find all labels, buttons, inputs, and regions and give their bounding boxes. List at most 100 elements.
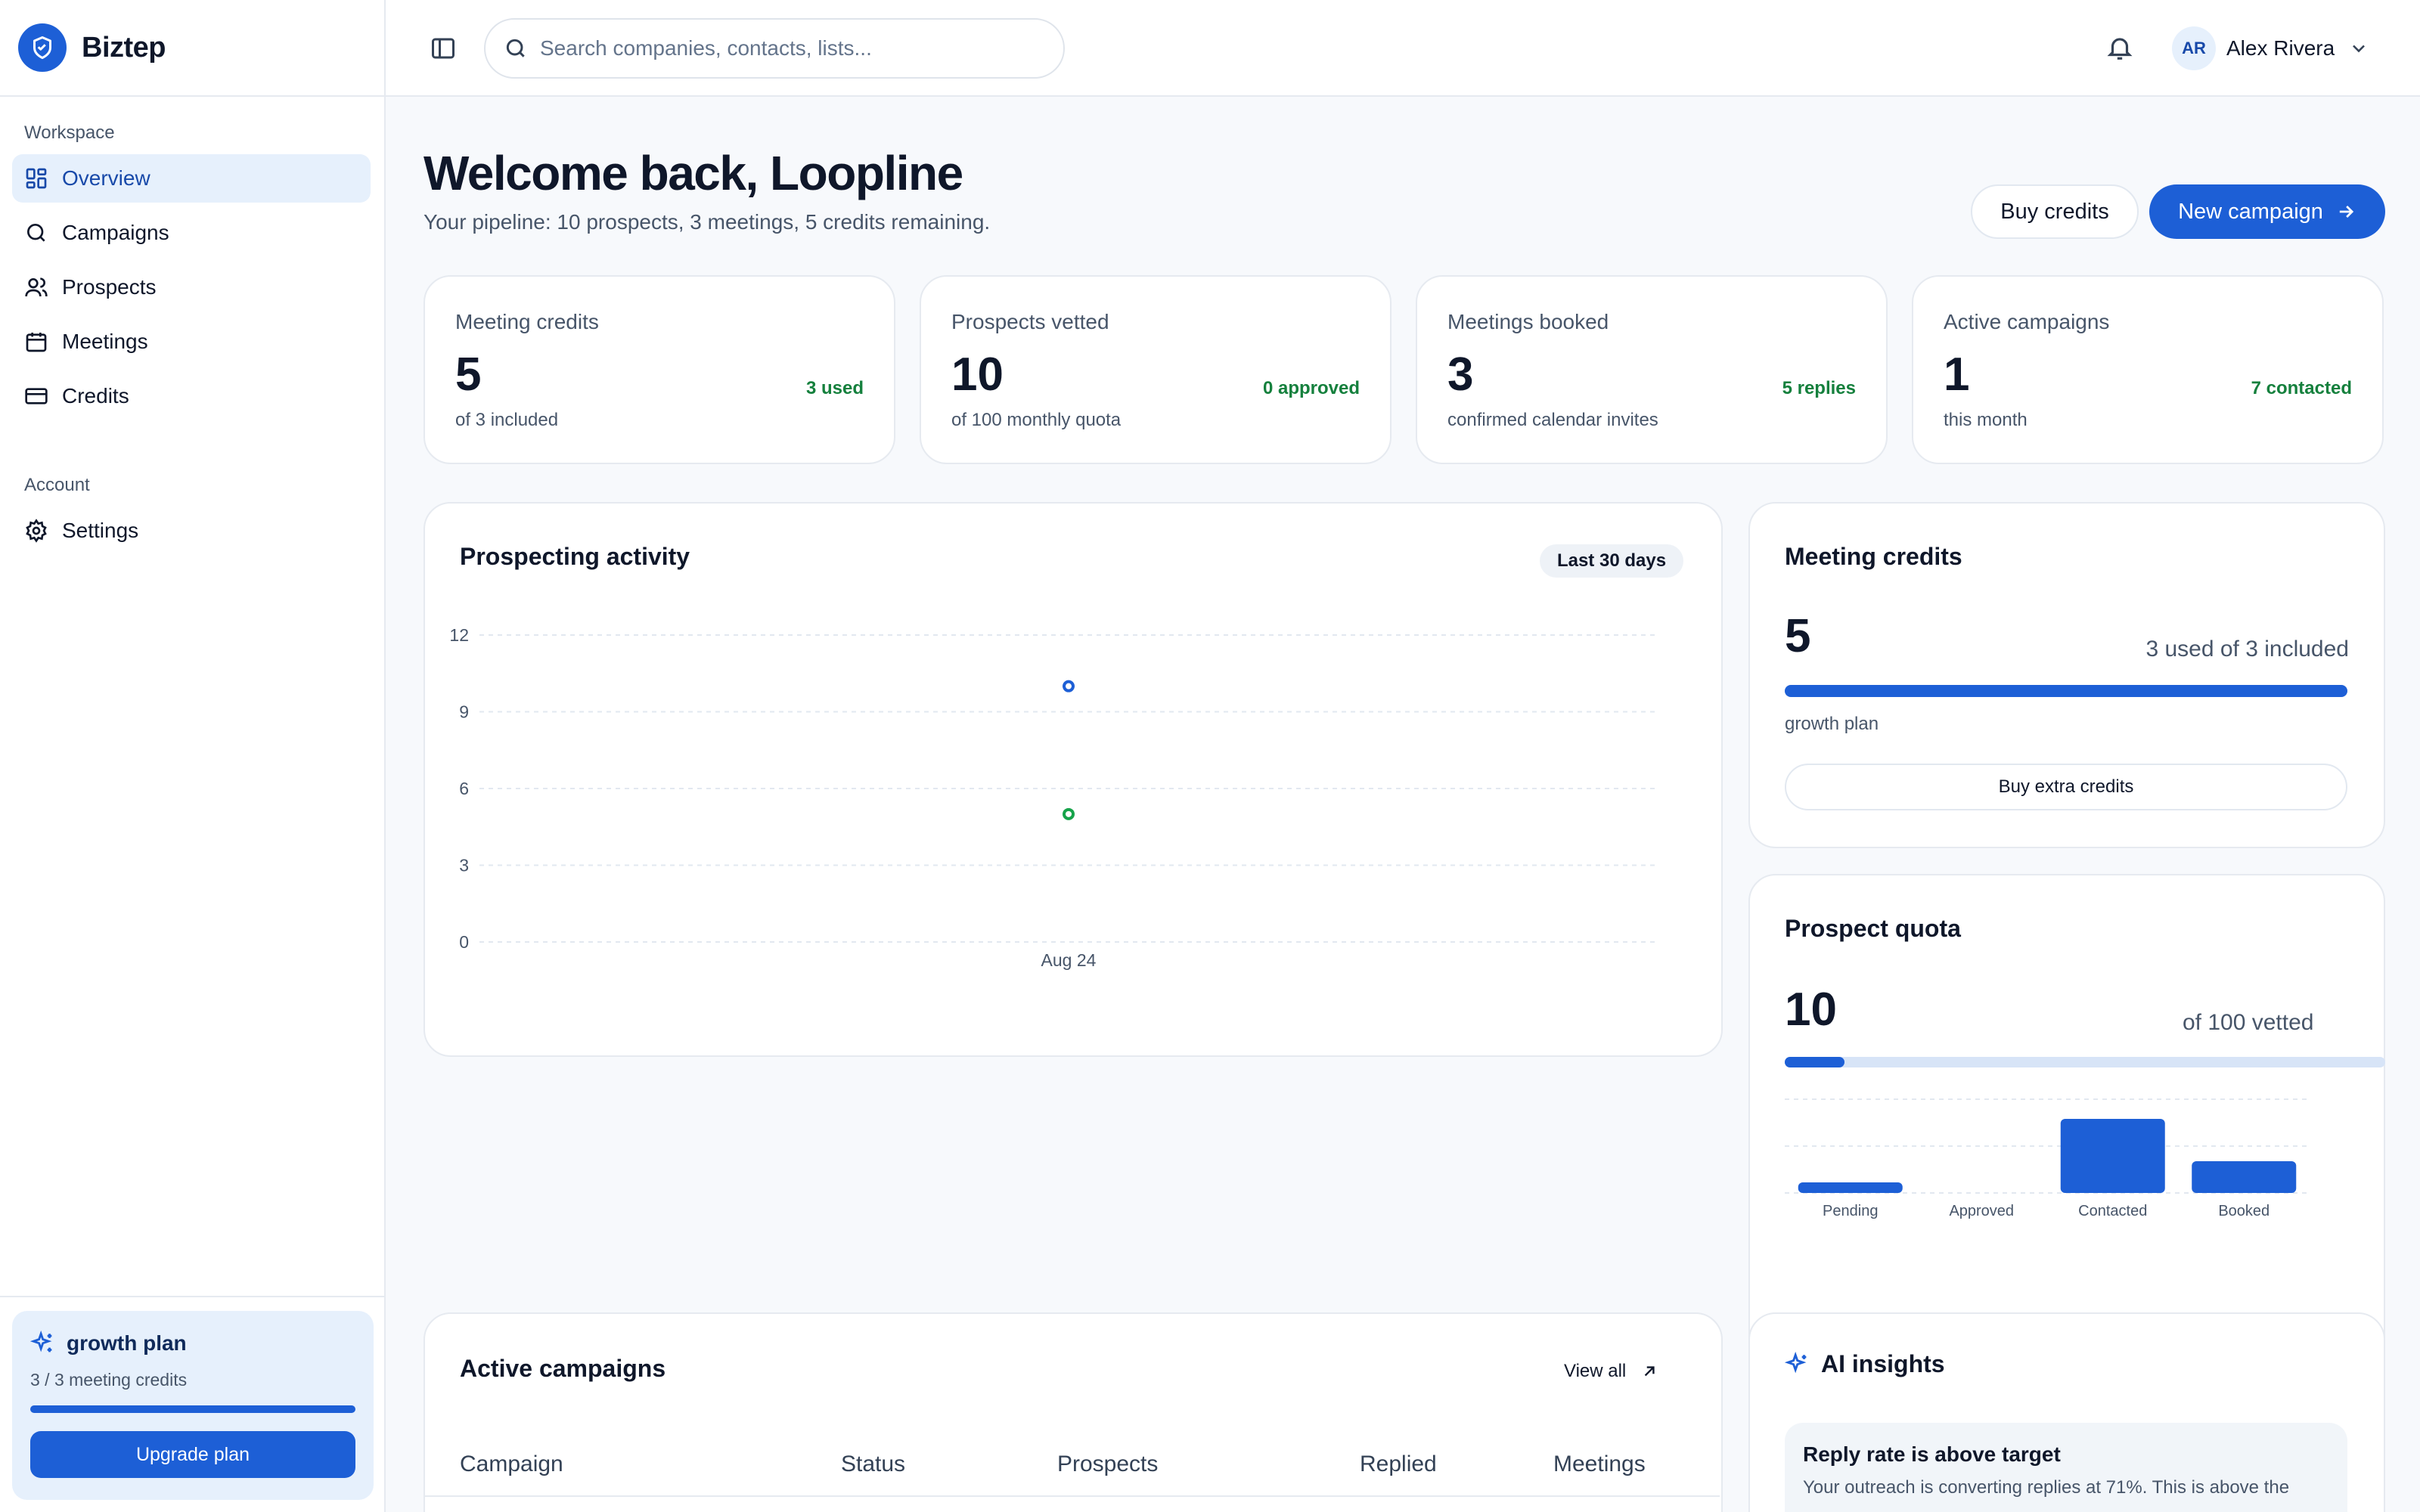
upgrade-plan-button[interactable]: Upgrade plan — [30, 1431, 355, 1478]
credits-plan: growth plan — [1785, 714, 1879, 734]
stat-foot: confirmed calendar invites — [1447, 410, 1658, 430]
stat-card-meeting-credits: Meeting credits 5 of 3 included 3 used — [424, 275, 895, 464]
plan-credits: 3 / 3 meeting credits — [30, 1370, 188, 1390]
activity-chart: 0 3 6 9 12 Aug 24 — [449, 625, 1658, 970]
chevron-down-icon — [2353, 45, 2366, 53]
account-section-title: Account — [24, 475, 90, 495]
x-tick-label: Approved — [1949, 1203, 2014, 1219]
prospecting-activity-card: Prospecting activity Last 30 days 0 3 6 9 12… — [424, 502, 1723, 1057]
sidebar: Biztep Workspace Overview Campaigns Pros… — [0, 0, 386, 1512]
users-icon — [25, 277, 48, 297]
sidebar-item-label: Meetings — [62, 330, 148, 353]
y-tick-label: 9 — [459, 702, 469, 722]
stat-foot: this month — [1944, 410, 2028, 430]
workspace-section-title: Workspace — [24, 122, 115, 143]
sidebar-item-label: Credits — [62, 384, 129, 407]
bell-icon — [2107, 38, 2133, 60]
stat-delta: 0 approved — [1262, 378, 1360, 398]
gear-icon — [26, 519, 47, 543]
bar-contacted — [2060, 1119, 2165, 1193]
sidebar-item-prospects[interactable]: Prospects — [12, 263, 371, 311]
stat-foot: of 100 monthly quota — [951, 410, 1122, 430]
card-title: AI insights — [1821, 1350, 1945, 1377]
sparkles-icon — [1785, 1351, 1807, 1373]
column-header-meetings[interactable]: Meetings — [1553, 1452, 1646, 1477]
stat-delta: 5 replies — [1782, 378, 1856, 398]
column-header-campaign[interactable]: Campaign — [460, 1452, 563, 1477]
insight-item[interactable]: Reply rate is above target Your outreach… — [1785, 1423, 2347, 1512]
plan-name: growth plan — [67, 1331, 187, 1355]
bar-booked — [2192, 1161, 2297, 1193]
sidebar-item-label: Campaigns — [62, 221, 169, 244]
stat-label: Meeting credits — [455, 310, 599, 333]
stat-card-active-campaigns: Active campaigns 1 this month 7 contacte… — [1912, 275, 2384, 464]
insight-body: Your outreach is converting replies at 7… — [1803, 1477, 2290, 1498]
column-header-status[interactable]: Status — [841, 1452, 905, 1477]
active-campaigns-card: Active campaigns View all Campaign Statu… — [424, 1312, 1723, 1512]
sidebar-item-label: Prospects — [62, 275, 157, 299]
sidebar-item-credits[interactable]: Credits — [12, 372, 371, 420]
sidebar-item-label: Overview — [62, 166, 150, 190]
prospect-quota-card: Prospect quota 10 of 100 vetted Pending A… — [1748, 874, 2385, 1373]
column-header-replied[interactable]: Replied — [1360, 1452, 1437, 1477]
sidebar-toggle-button[interactable] — [430, 35, 457, 62]
search-icon — [27, 224, 45, 242]
stat-value: 3 — [1447, 349, 1474, 401]
sidebar-item-overview[interactable]: Overview — [12, 154, 371, 203]
sidebar-item-campaigns[interactable]: Campaigns — [12, 209, 371, 257]
bar-pending — [1798, 1182, 1903, 1193]
card-title: Active campaigns — [460, 1355, 666, 1382]
stat-value: 5 — [455, 349, 482, 401]
data-point — [1063, 680, 1075, 692]
y-tick-label: 12 — [449, 625, 469, 645]
sidebar-item-meetings[interactable]: Meetings — [12, 318, 371, 366]
search-box[interactable] — [484, 18, 1065, 79]
card-title: Meeting credits — [1785, 543, 1962, 570]
avatar: AR — [2172, 26, 2216, 70]
x-tick-label: Aug 24 — [1041, 950, 1097, 970]
brand-logo-icon — [18, 23, 67, 72]
stat-card-prospects-vetted: Prospects vetted 10 of 100 monthly quota… — [920, 275, 1392, 464]
stat-label: Prospects vetted — [951, 310, 1109, 333]
sidebar-item-label: Settings — [62, 519, 139, 542]
user-name: Alex Rivera — [2226, 36, 2335, 60]
new-campaign-button[interactable]: New campaign — [2149, 184, 2385, 239]
buy-extra-credits-button[interactable]: Buy extra credits — [1785, 764, 2347, 810]
topbar: AR Alex Rivera — [386, 0, 2420, 97]
meeting-credits-card: Meeting credits 5 3 used of 3 included g… — [1748, 502, 2385, 848]
buy-credits-button[interactable]: Buy credits — [1971, 184, 2139, 239]
column-header-prospects[interactable]: Prospects — [1057, 1452, 1158, 1477]
plan-divider — [0, 1296, 386, 1297]
view-all-link[interactable]: View all — [1564, 1361, 1659, 1382]
table-header-divider — [425, 1495, 1720, 1497]
stat-value: 1 — [1944, 349, 1970, 401]
search-input[interactable] — [540, 36, 1039, 60]
stat-foot: of 3 included — [455, 410, 559, 430]
page-subtitle: Your pipeline: 10 prospects, 3 meetings,… — [424, 210, 991, 234]
main-content: Welcome back, Loopline Your pipeline: 10… — [424, 97, 2385, 1512]
panel-left-icon — [432, 38, 455, 59]
calendar-icon — [26, 333, 47, 352]
sidebar-item-settings[interactable]: Settings — [12, 507, 371, 555]
y-tick-label: 0 — [459, 932, 469, 952]
insight-title: Reply rate is above target — [1803, 1442, 2061, 1466]
brand[interactable]: Biztep — [0, 0, 384, 97]
sparkles-icon — [30, 1331, 52, 1352]
notifications-button[interactable] — [2105, 33, 2134, 62]
credits-progress-bar — [1785, 685, 2347, 697]
y-tick-label: 3 — [459, 856, 469, 875]
plan-card: growth plan 3 / 3 meeting credits Upgrad… — [12, 1311, 374, 1500]
credits-detail: 3 used of 3 included — [2145, 637, 2349, 662]
stat-delta: 7 contacted — [2251, 378, 2352, 398]
ai-insights-card: AI insights Reply rate is above target Y… — [1748, 1312, 2385, 1512]
x-tick-label: Contacted — [2078, 1203, 2147, 1219]
search-icon — [506, 39, 525, 57]
arrow-right-icon — [2339, 206, 2354, 218]
credits-value: 5 — [1785, 610, 1811, 662]
user-menu[interactable]: AR Alex Rivera — [2172, 26, 2369, 71]
arrow-up-right-icon — [1645, 1366, 1655, 1377]
stat-delta: 3 used — [805, 378, 864, 398]
plan-progress-bar — [30, 1405, 355, 1413]
data-point — [1063, 807, 1075, 820]
stat-label: Meetings booked — [1447, 310, 1609, 333]
